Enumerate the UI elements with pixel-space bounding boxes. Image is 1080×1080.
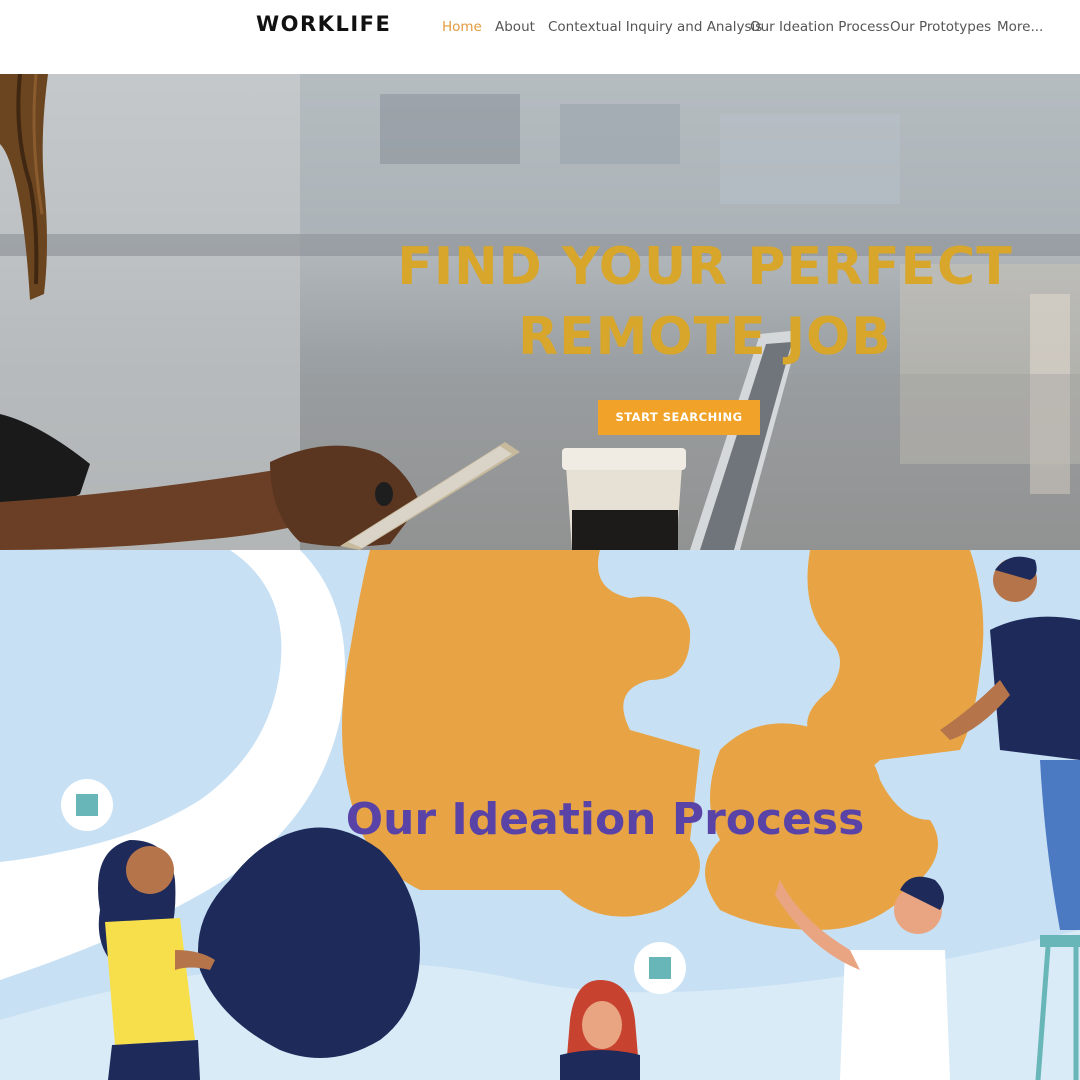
- hero-banner: FIND YOUR PERFECT REMOTE JOB START SEARC…: [0, 74, 1080, 550]
- main-nav: Home About Contextual Inquiry and Analys…: [0, 19, 1080, 39]
- ideation-section: Our Ideation Process: [0, 550, 1080, 1080]
- nav-prototypes[interactable]: Our Prototypes: [890, 19, 991, 35]
- hero-title-line-1: FIND YOUR PERFECT: [397, 237, 1013, 297]
- nav-home[interactable]: Home: [442, 19, 482, 35]
- ideation-title: Our Ideation Process: [345, 794, 865, 845]
- nav-contextual-inquiry[interactable]: Contextual Inquiry and Analysis: [548, 19, 762, 35]
- hero-title-line-2: REMOTE JOB: [518, 307, 892, 367]
- nav-more[interactable]: More...: [997, 19, 1043, 35]
- nav-about[interactable]: About: [495, 19, 535, 35]
- hero-title: FIND YOUR PERFECT REMOTE JOB: [360, 232, 1050, 372]
- site-header: WORKLIFE Home About Contextual Inquiry a…: [0, 0, 1080, 74]
- start-searching-button[interactable]: START SEARCHING: [598, 400, 760, 435]
- nav-ideation-process[interactable]: Our Ideation Process: [750, 19, 890, 35]
